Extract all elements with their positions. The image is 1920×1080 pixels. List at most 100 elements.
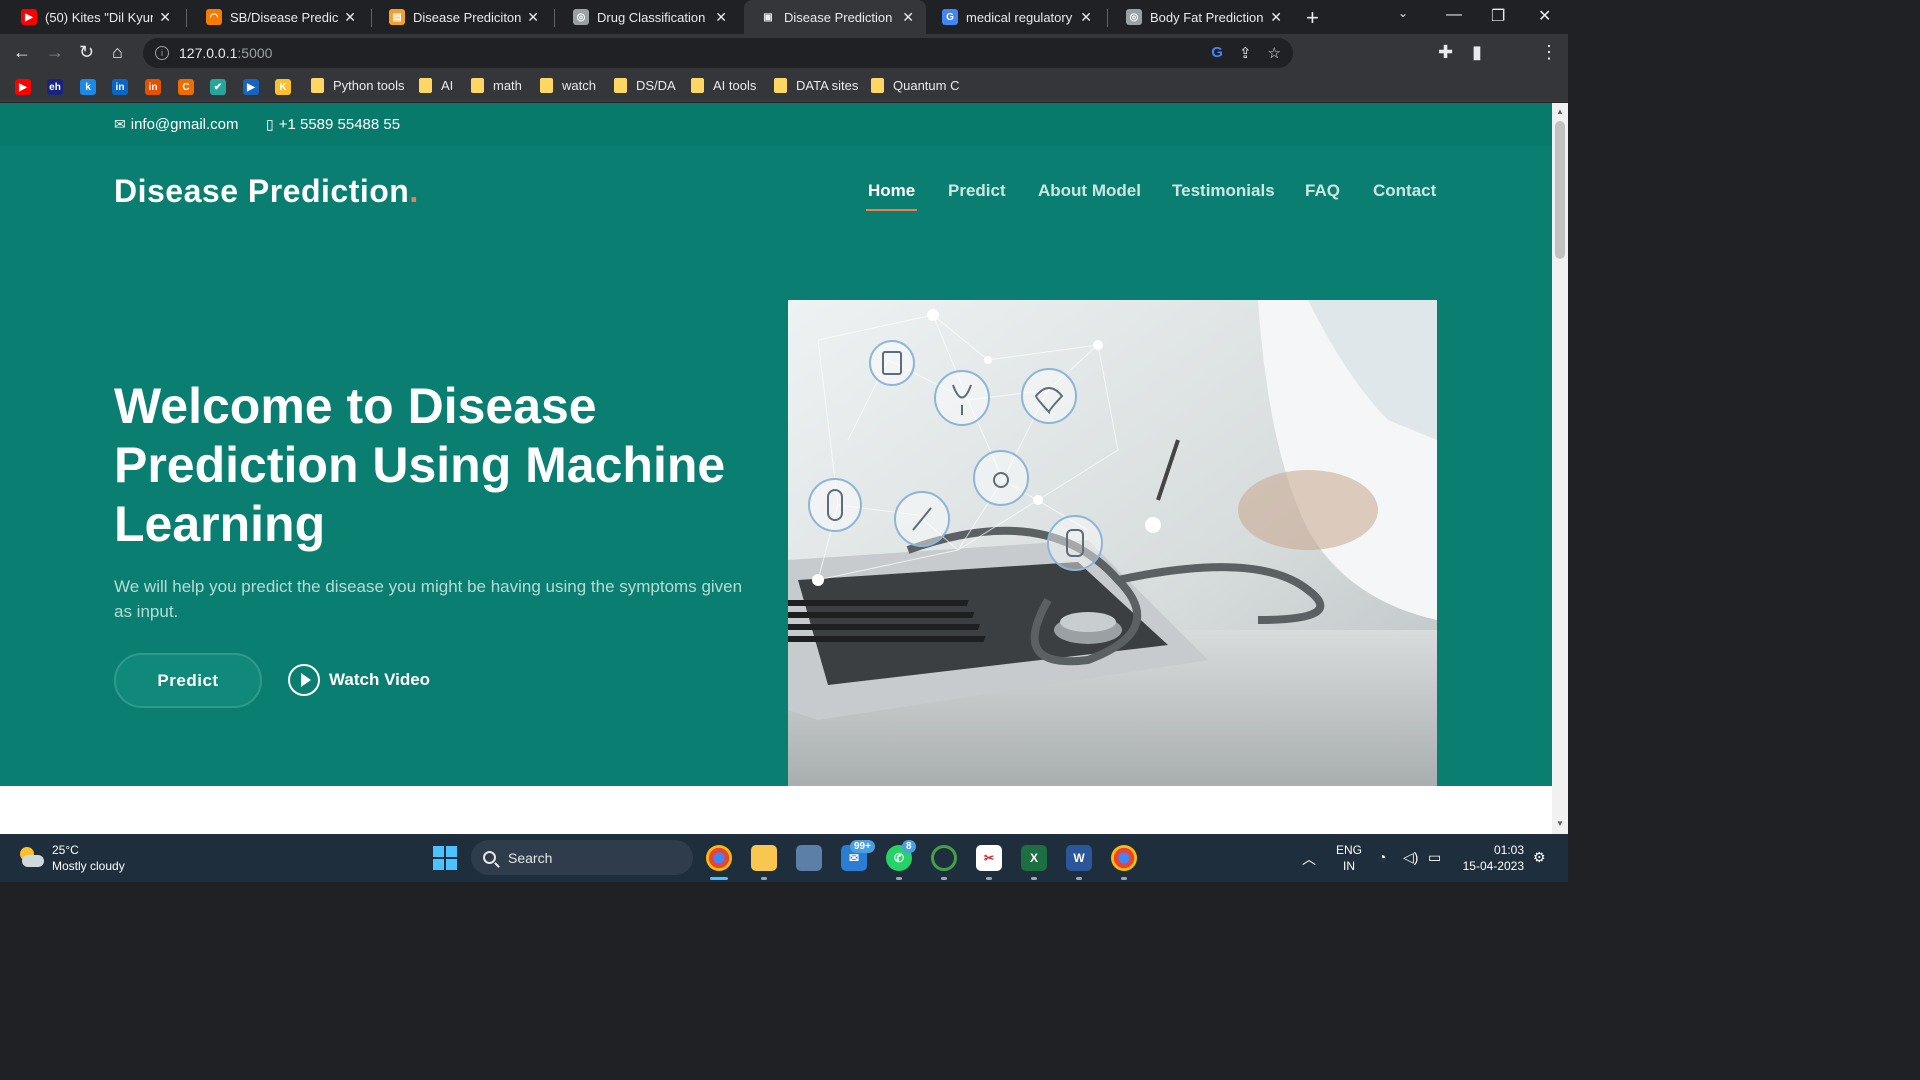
- tab-search-chevron-icon[interactable]: ⌄: [1398, 6, 1408, 20]
- bookmark-folder[interactable]: Python tools: [311, 78, 405, 93]
- weather-widget[interactable]: 25°C Mostly cloudy: [18, 842, 125, 874]
- email-text: info@gmail.com: [130, 116, 239, 133]
- clock[interactable]: 01:03 15-04-2023: [1458, 842, 1524, 874]
- bookmark-folder-label: DS/DA: [636, 78, 676, 93]
- taskbar-search[interactable]: Search: [471, 840, 693, 875]
- browser-tab[interactable]: ◎ Drug Classification us ✕: [557, 0, 739, 34]
- bookmark-linkedin-icon[interactable]: in: [112, 79, 128, 95]
- bookmark-in-icon[interactable]: in: [145, 79, 161, 95]
- bookmark-c-icon[interactable]: C: [178, 79, 194, 95]
- bookmark-youtube-icon[interactable]: ▶: [15, 79, 31, 95]
- wifi-icon[interactable]: ◔: [1378, 849, 1386, 865]
- extensions-puzzle-icon[interactable]: ✚: [1438, 42, 1453, 63]
- restore-icon[interactable]: ❐: [1491, 6, 1505, 26]
- notifications-icon[interactable]: ⚙: [1533, 849, 1546, 866]
- chrome-taskbar-icon[interactable]: [706, 845, 732, 871]
- nav-contact[interactable]: Contact: [1373, 181, 1436, 201]
- show-hidden-icons-chevron[interactable]: ︿: [1302, 849, 1316, 869]
- email-contact[interactable]: ✉ info@gmail.com: [114, 116, 239, 133]
- nav-predict[interactable]: Predict: [948, 181, 1006, 201]
- bookmark-folder[interactable]: AI: [419, 78, 453, 93]
- tab-favicon-icon: ▶: [21, 9, 37, 25]
- bookmark-folder[interactable]: watch: [540, 78, 596, 93]
- photos-icon[interactable]: [796, 845, 822, 871]
- browser-tab[interactable]: ▤ Disease Prediciton Mo ✕: [373, 0, 551, 34]
- tab-close-icon[interactable]: ✕: [1270, 9, 1282, 26]
- browser-tab[interactable]: ▣ Disease Prediction ✕: [744, 0, 926, 34]
- bookmark-vue-icon[interactable]: ✔: [210, 79, 226, 95]
- nav-faq[interactable]: FAQ: [1305, 181, 1340, 201]
- tab-close-icon[interactable]: ✕: [902, 9, 914, 26]
- bookmark-folder[interactable]: AI tools: [691, 78, 756, 93]
- browser-tab[interactable]: ◎ Body Fat Prediction u ✕: [1110, 0, 1294, 34]
- menu-kebab-icon[interactable]: ⋮: [1540, 42, 1558, 63]
- nav-about-model[interactable]: About Model: [1038, 181, 1141, 201]
- google-lens-icon[interactable]: G: [1211, 44, 1223, 62]
- nav-home[interactable]: Home: [865, 181, 918, 211]
- bookmark-folder[interactable]: math: [471, 78, 522, 93]
- minimize-icon[interactable]: —: [1446, 6, 1462, 24]
- browser-tab[interactable]: Gmedical regulatory bo ✕: [926, 0, 1104, 34]
- tab-close-icon[interactable]: ✕: [344, 9, 356, 26]
- new-tab-button[interactable]: +: [1306, 5, 1319, 31]
- battery-icon[interactable]: ▭: [1428, 849, 1441, 866]
- scroll-up-arrow-icon[interactable]: ▲: [1556, 107, 1564, 116]
- folder-icon: [774, 78, 787, 93]
- folder-icon: [614, 78, 627, 93]
- address-bar[interactable]: i 127.0.0.1:5000 G ⇪ ☆: [143, 38, 1293, 68]
- share-icon[interactable]: ⇪: [1239, 44, 1252, 62]
- forward-arrow-icon[interactable]: →: [46, 42, 64, 63]
- chrome-profile-icon[interactable]: [1111, 845, 1137, 871]
- excel-icon[interactable]: X: [1021, 845, 1047, 871]
- running-indicator: [986, 877, 992, 880]
- weather-text: Mostly cloudy: [52, 859, 125, 873]
- bookmark-video-icon[interactable]: ▶: [243, 79, 259, 95]
- site-logo[interactable]: Disease Prediction.: [114, 173, 419, 210]
- running-indicator: [1031, 877, 1037, 880]
- file-explorer-icon[interactable]: [751, 845, 777, 871]
- temperature-text: 25°C: [52, 843, 79, 857]
- bookmark-folder[interactable]: DATA sites: [774, 78, 858, 93]
- tab-close-icon[interactable]: ✕: [159, 9, 171, 26]
- reload-icon[interactable]: ↻: [79, 42, 94, 63]
- nav-testimonials[interactable]: Testimonials: [1172, 181, 1275, 201]
- tab-title: Disease Prediciton Mo: [413, 9, 522, 25]
- folder-icon: [540, 78, 553, 93]
- date-text: 15-04-2023: [1462, 859, 1524, 873]
- bookmark-K-icon[interactable]: K: [275, 79, 291, 95]
- medical-laptop-illustration: [788, 300, 1437, 786]
- word-icon[interactable]: W: [1066, 845, 1092, 871]
- bookmark-folder-label: math: [493, 78, 522, 93]
- site-info-icon[interactable]: i: [155, 46, 169, 60]
- tab-favicon-icon: G: [942, 9, 958, 25]
- page-scrollbar[interactable]: ▲ ▼: [1552, 103, 1568, 834]
- whatsapp-badge: 8: [902, 840, 916, 853]
- language-indicator[interactable]: ENG IN: [1336, 842, 1362, 874]
- back-arrow-icon[interactable]: ←: [13, 42, 31, 63]
- predict-button[interactable]: Predict: [114, 653, 262, 708]
- windows-taskbar: 25°C Mostly cloudy Search ✉ 99+ ✆ 8 ✂ X …: [0, 834, 1568, 882]
- snipping-tool-icon[interactable]: ✂: [976, 845, 1002, 871]
- phone-contact[interactable]: ▯ +1 5589 55488 55: [266, 116, 400, 133]
- volume-icon[interactable]: ◁): [1403, 849, 1418, 866]
- running-indicator: [896, 877, 902, 880]
- side-panel-icon[interactable]: ▮: [1472, 42, 1482, 63]
- bookmark-k-icon[interactable]: k: [80, 79, 96, 95]
- home-icon[interactable]: ⌂: [112, 42, 123, 63]
- tab-close-icon[interactable]: ✕: [1080, 9, 1092, 26]
- scroll-down-arrow-icon[interactable]: ▼: [1556, 819, 1564, 828]
- bookmark-folder[interactable]: Quantum C: [871, 78, 959, 93]
- watch-video-button[interactable]: Watch Video: [288, 664, 430, 696]
- windows-start-icon[interactable]: [433, 846, 457, 870]
- bookmark-eh-icon[interactable]: eh: [47, 79, 63, 95]
- bookmark-star-icon[interactable]: ☆: [1268, 44, 1281, 62]
- bookmark-folder[interactable]: DS/DA: [614, 78, 676, 93]
- phone-icon: ▯: [266, 116, 274, 132]
- close-window-icon[interactable]: ✕: [1538, 6, 1551, 26]
- browser-tab[interactable]: ◠ SB/Disease Prediction ✕: [190, 0, 368, 34]
- loading-app-icon[interactable]: [931, 845, 957, 871]
- tab-close-icon[interactable]: ✕: [527, 9, 539, 26]
- browser-tab[interactable]: ▶ (50) Kites "Dil Kyun Ye ✕: [5, 0, 183, 34]
- scrollbar-thumb[interactable]: [1555, 121, 1565, 259]
- tab-close-icon[interactable]: ✕: [715, 9, 727, 26]
